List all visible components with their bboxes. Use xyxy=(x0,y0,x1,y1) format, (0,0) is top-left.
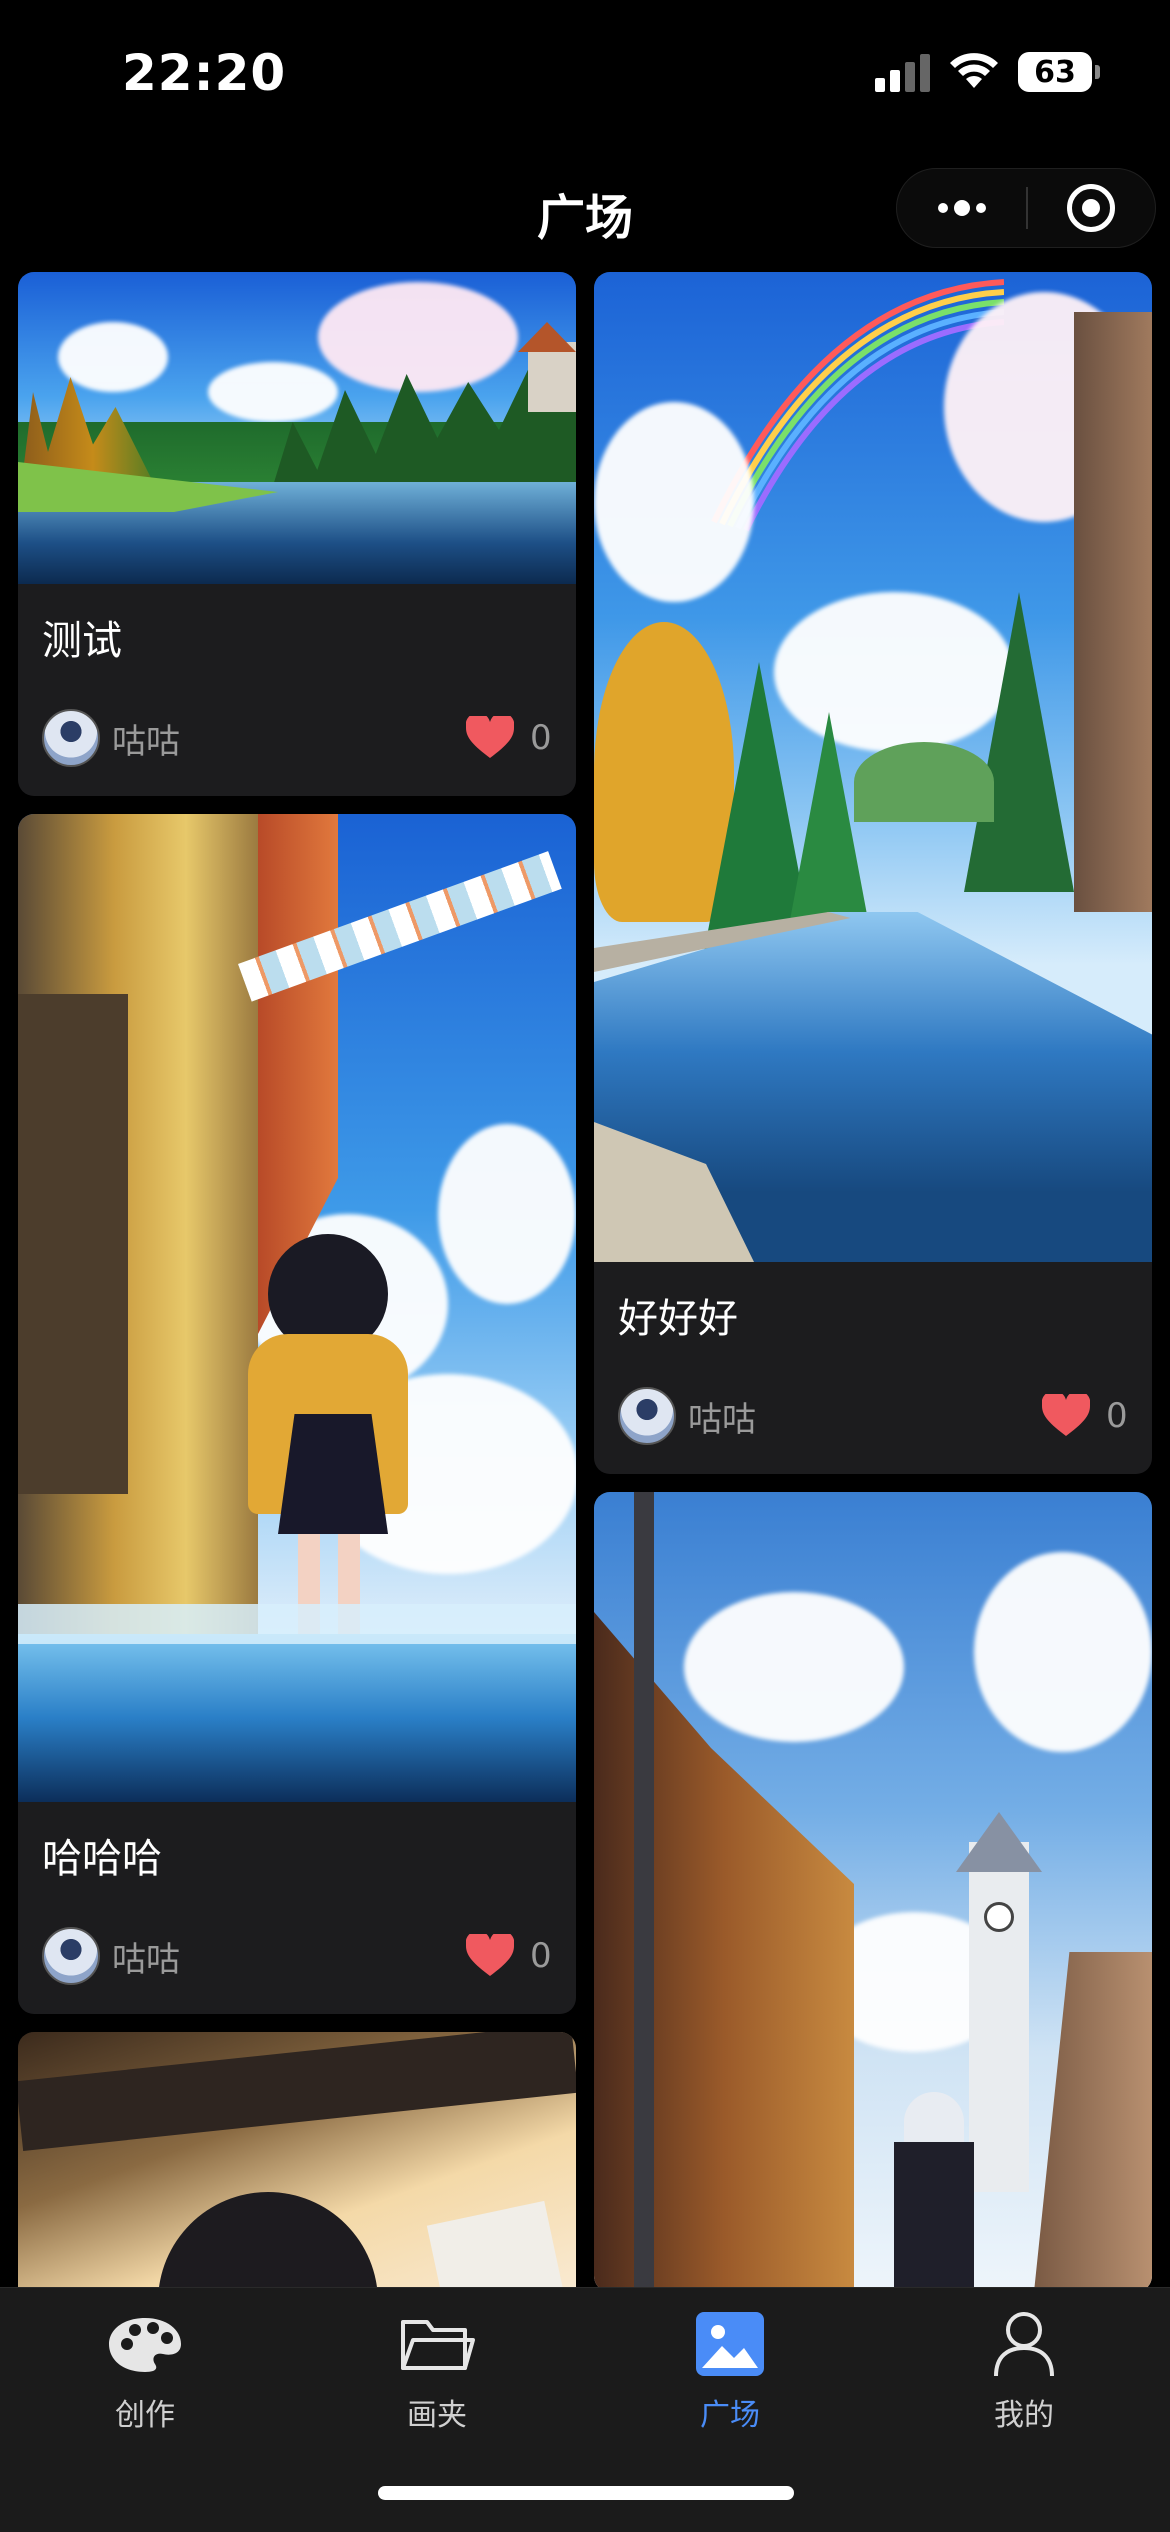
dot-icon xyxy=(937,203,948,213)
target-icon xyxy=(1067,184,1116,232)
author-name: 咕咕 xyxy=(688,1399,756,1440)
like-count: 0 xyxy=(530,718,552,758)
more-options-button[interactable] xyxy=(897,200,1026,216)
mini-program-capsule xyxy=(896,168,1156,248)
avatar[interactable] xyxy=(42,709,100,767)
tab-folder[interactable]: 画夹 xyxy=(337,2308,537,2448)
author-name: 咕咕 xyxy=(112,1939,180,1980)
heart-icon[interactable] xyxy=(1042,1394,1090,1438)
tab-label: 创作 xyxy=(115,2398,175,2433)
image-icon xyxy=(690,2308,770,2380)
artwork-image[interactable] xyxy=(594,272,1152,1262)
dot-icon xyxy=(953,200,970,216)
avatar[interactable] xyxy=(42,1927,100,1985)
card-title: 测试 xyxy=(42,618,122,664)
close-mini-program-button[interactable] xyxy=(1028,184,1155,232)
wifi-icon xyxy=(950,53,998,88)
card-title: 好好好 xyxy=(618,1296,738,1342)
artwork-image[interactable] xyxy=(18,814,576,1802)
feed-card[interactable] xyxy=(594,1492,1152,2287)
artwork-image[interactable] xyxy=(18,272,576,584)
heart-icon[interactable] xyxy=(466,1934,514,1978)
battery-icon: 63 xyxy=(1018,52,1100,92)
heart-icon[interactable] xyxy=(466,716,514,760)
artwork-image[interactable] xyxy=(18,2032,576,2287)
avatar[interactable] xyxy=(618,1387,676,1445)
card-meta: 咕咕 0 xyxy=(42,1926,552,1986)
palette-icon xyxy=(105,2308,185,2380)
feed-card[interactable]: 哈哈哈 咕咕 0 xyxy=(18,814,576,2014)
cellular-signal-icon xyxy=(875,52,930,92)
tab-label: 广场 xyxy=(700,2398,760,2433)
feed-card[interactable]: 好好好 咕咕 0 xyxy=(594,272,1152,1474)
artwork-image[interactable] xyxy=(594,1492,1152,2287)
folder-icon xyxy=(397,2308,477,2380)
status-time: 22:20 xyxy=(122,44,287,102)
feed-column-left: 测试 咕咕 0 哈哈哈 咕咕 0 xyxy=(18,272,576,2287)
home-indicator[interactable] xyxy=(378,2486,794,2500)
dot-icon xyxy=(975,203,986,213)
tab-label: 我的 xyxy=(994,2398,1054,2433)
like-count: 0 xyxy=(530,1936,552,1976)
user-icon xyxy=(984,2308,1064,2380)
tab-profile[interactable]: 我的 xyxy=(924,2308,1124,2448)
tab-label: 画夹 xyxy=(407,2398,467,2433)
like-count: 0 xyxy=(1106,1396,1128,1436)
tab-create[interactable]: 创作 xyxy=(45,2308,245,2448)
feed-card[interactable]: 测试 咕咕 0 xyxy=(18,272,576,796)
feed-grid: 测试 咕咕 0 哈哈哈 咕咕 0 好好好 咕咕 0 xyxy=(18,272,1152,2287)
author-name: 咕咕 xyxy=(112,721,180,762)
card-title: 哈哈哈 xyxy=(42,1836,162,1882)
card-meta: 咕咕 0 xyxy=(42,708,552,768)
feed-card[interactable] xyxy=(18,2032,576,2287)
feed-column-right: 好好好 咕咕 0 xyxy=(594,272,1152,2287)
card-meta: 咕咕 0 xyxy=(618,1386,1128,1446)
tab-plaza[interactable]: 广场 xyxy=(630,2308,830,2448)
status-bar: 22:20 63 xyxy=(0,0,1170,150)
status-indicators: 63 xyxy=(875,52,1100,92)
